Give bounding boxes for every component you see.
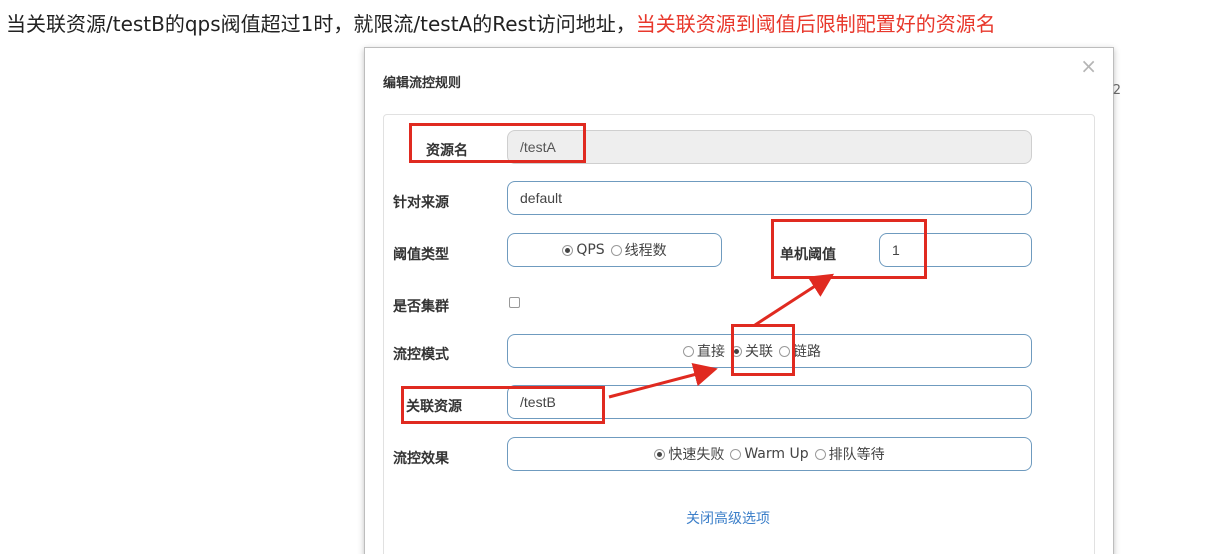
- radio-related-label: 关联: [745, 344, 773, 360]
- radio-fast-fail[interactable]: 快速失败: [654, 444, 724, 464]
- resource-label: 资源名: [426, 143, 468, 159]
- control-mode-label: 流控模式: [393, 347, 449, 363]
- threshold-type-group: QPS 线程数: [507, 233, 722, 267]
- radio-warm-up[interactable]: Warm Up: [730, 446, 809, 462]
- radio-unchecked-icon: [683, 345, 694, 357]
- single-threshold-label: 单机阈值: [780, 247, 836, 263]
- radio-chain[interactable]: 链路: [779, 341, 821, 361]
- dialog-title: 编辑流控规则: [383, 76, 462, 91]
- radio-unchecked-icon: [779, 345, 790, 357]
- radio-checked-icon: [654, 448, 666, 460]
- cluster-label: 是否集群: [393, 299, 449, 315]
- radio-fast-fail-label: 快速失败: [668, 447, 725, 463]
- radio-chain-label: 链路: [793, 344, 821, 360]
- radio-thread-count[interactable]: 线程数: [610, 240, 667, 260]
- threshold-type-label: 阈值类型: [393, 247, 449, 263]
- single-threshold-input[interactable]: 1: [879, 233, 1032, 267]
- caption-text: 当关联资源/testB的qps阀值超过1时，就限流/testA的Rest访问地址…: [6, 12, 636, 36]
- caption-highlight: 当关联资源到阈值后限制配置好的资源名: [635, 12, 996, 36]
- radio-related[interactable]: 关联: [731, 341, 773, 361]
- resource-name-input[interactable]: /testA: [507, 130, 1032, 164]
- radio-unchecked-icon: [730, 448, 742, 460]
- radio-checked-icon: [731, 345, 742, 357]
- background-edge-glyph: 2: [1112, 83, 1121, 98]
- related-resource-input[interactable]: /testB: [507, 385, 1032, 419]
- radio-thread-label: 线程数: [624, 243, 667, 259]
- radio-direct-label: 直接: [697, 344, 725, 360]
- radio-qps-label: QPS: [576, 242, 605, 258]
- radio-queue[interactable]: 排队等待: [814, 444, 885, 464]
- control-mode-group: 直接 关联 链路: [507, 334, 1032, 368]
- edit-flow-rule-dialog: 编辑流控规则 × 2: [364, 47, 1121, 554]
- origin-input[interactable]: default: [507, 181, 1032, 215]
- cluster-checkbox[interactable]: [509, 297, 520, 308]
- radio-queue-label: 排队等待: [828, 447, 885, 463]
- close-icon[interactable]: ×: [1080, 56, 1097, 76]
- radio-unchecked-icon: [814, 448, 826, 460]
- radio-qps[interactable]: QPS: [562, 242, 605, 258]
- radio-direct[interactable]: 直接: [683, 341, 725, 361]
- radio-checked-icon: [562, 244, 574, 256]
- origin-label: 针对来源: [393, 195, 449, 211]
- radio-unchecked-icon: [610, 244, 622, 256]
- control-effect-label: 流控效果: [393, 451, 449, 467]
- annotation-caption: 当关联资源/testB的qps阀值超过1时，就限流/testA的Rest访问地址…: [6, 9, 996, 39]
- radio-warm-up-label: Warm Up: [744, 446, 809, 462]
- control-effect-group: 快速失败 Warm Up 排队等待: [507, 437, 1032, 471]
- close-advanced-options-link[interactable]: 关闭高级选项: [686, 508, 770, 528]
- related-resource-label: 关联资源: [406, 399, 462, 415]
